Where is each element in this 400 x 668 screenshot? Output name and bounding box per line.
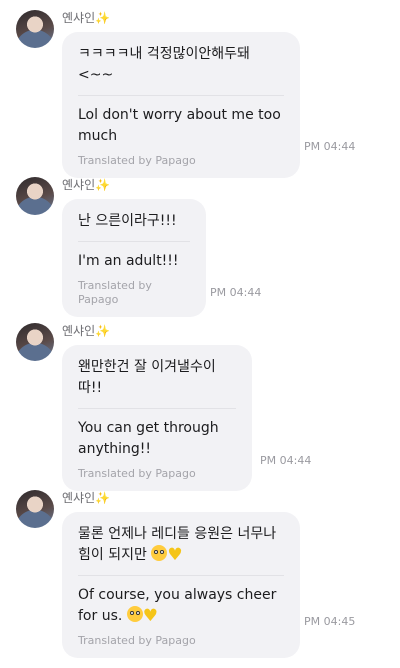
sender-name: 옌샤인✨ xyxy=(62,178,111,192)
original-text: 난 으른이라구!!! xyxy=(78,211,190,242)
timestamp: PM 04:44 xyxy=(210,286,262,299)
translation-credit: Translated by Papago xyxy=(78,279,152,306)
translation-credit: Translated by Papago xyxy=(78,467,196,480)
timestamp: PM 04:44 xyxy=(304,140,356,153)
original-text: 물론 언제나 레디들 응원은 너무나 힘이 되지만 ♥ xyxy=(78,524,284,576)
translated-text: I'm an adult!!! xyxy=(78,253,179,269)
original-text: ㅋㅋㅋㅋ내 걱정많이안해두돼<~~ xyxy=(78,44,284,96)
message-bubble[interactable]: ㅋㅋㅋㅋ내 걱정많이안해두돼<~~ Lol don't worry about … xyxy=(62,32,300,178)
yellow-heart-icon: ♥ xyxy=(142,606,159,626)
message-bubble[interactable]: 왠만한건 잘 이겨낼수이따!! You can get through anyt… xyxy=(62,345,252,491)
avatar[interactable] xyxy=(16,323,54,361)
flushed-face-icon xyxy=(126,606,143,622)
sender-name: 옌샤인✨ xyxy=(62,11,111,25)
timestamp: PM 04:44 xyxy=(260,454,312,467)
translated-text: You can get through anything!! xyxy=(78,420,219,457)
avatar[interactable] xyxy=(16,177,54,215)
sender-name: 옌샤인✨ xyxy=(62,324,111,338)
avatar[interactable] xyxy=(16,10,54,48)
sparkle-icon: ✨ xyxy=(95,178,111,192)
message-bubble[interactable]: 난 으른이라구!!! I'm an adult!!! Translated by… xyxy=(62,199,206,317)
avatar[interactable] xyxy=(16,490,54,528)
translated-text: Of course, you always cheer for us. ♥ xyxy=(78,587,277,626)
original-text: 왠만한건 잘 이겨낼수이따!! xyxy=(78,357,236,409)
sparkle-icon: ✨ xyxy=(95,491,111,505)
yellow-heart-icon: ♥ xyxy=(167,545,183,565)
translation-credit: Translated by Papago xyxy=(78,634,196,647)
sender-name: 옌샤인✨ xyxy=(62,491,111,505)
message-bubble[interactable]: 물론 언제나 레디들 응원은 너무나 힘이 되지만 ♥ Of course, y… xyxy=(62,512,300,658)
flushed-face-icon xyxy=(151,545,168,561)
timestamp: PM 04:45 xyxy=(304,615,356,628)
translated-text: Lol don't worry about me too much xyxy=(78,107,281,144)
translation-credit: Translated by Papago xyxy=(78,154,196,167)
sparkle-icon: ✨ xyxy=(95,324,111,338)
sparkle-icon: ✨ xyxy=(95,11,111,25)
